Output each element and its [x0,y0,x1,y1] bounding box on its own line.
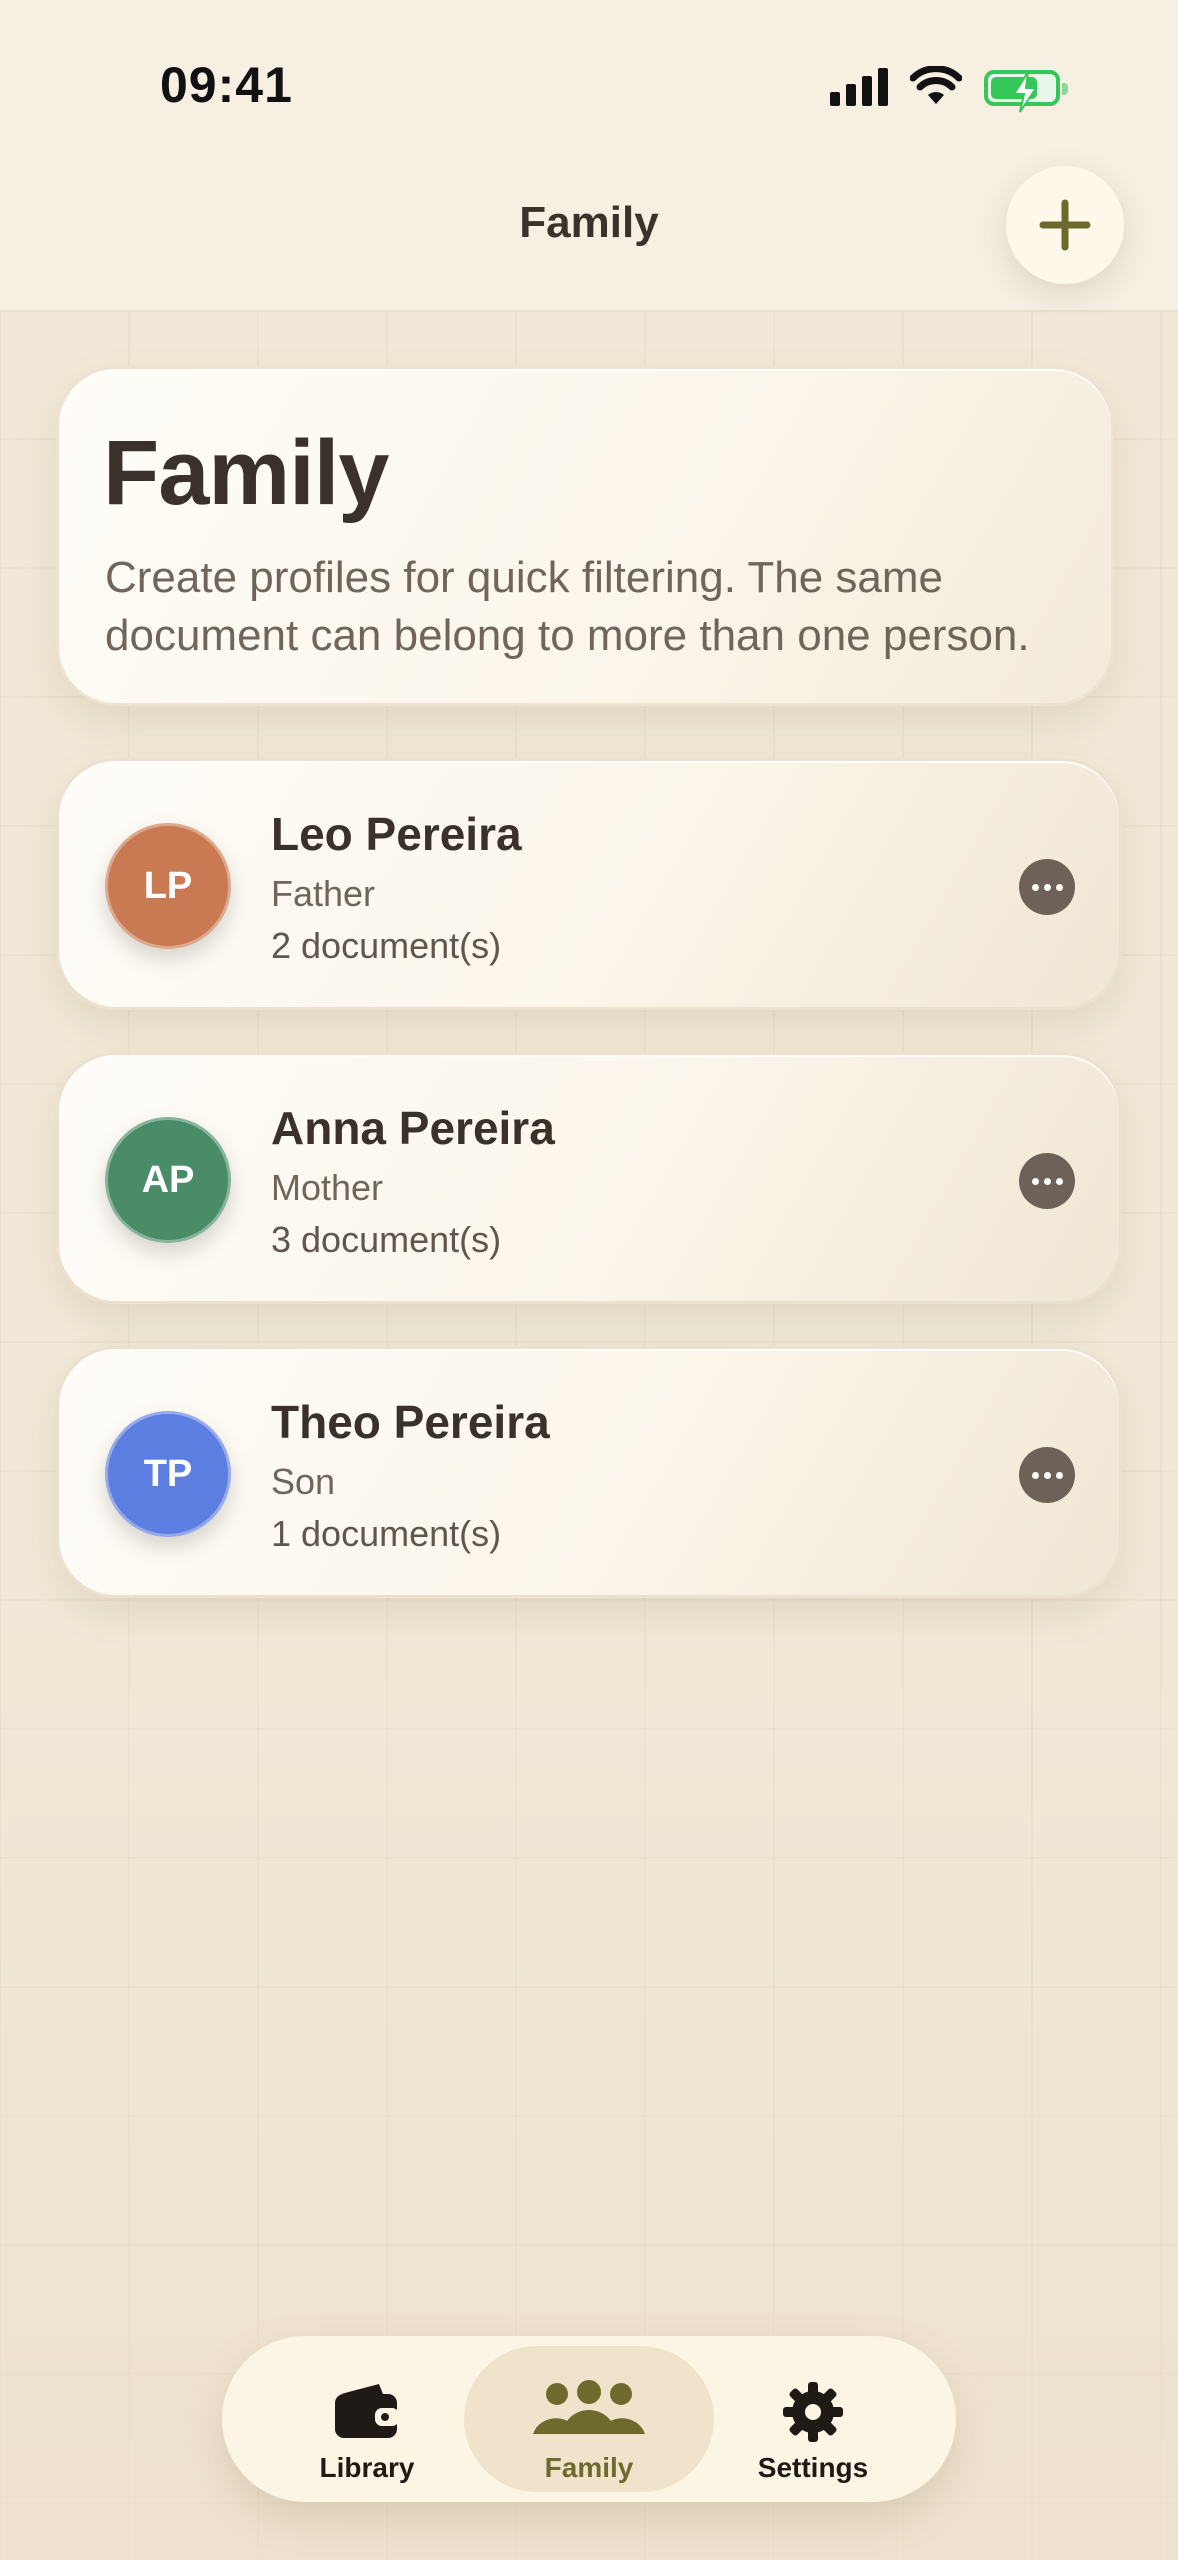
tab-family[interactable]: Family [464,2346,714,2492]
member-role: Son [271,1461,336,1502]
more-options-button[interactable] [1019,859,1075,915]
member-card-leo[interactable]: LP Leo Pereira Father 2 document(s) [56,758,1122,1010]
gear-icon [783,2382,843,2442]
status-icons [830,62,1068,113]
member-document-count: 1 document(s) [271,1513,502,1554]
page-title: Family [103,422,389,524]
more-options-button[interactable] [1019,1447,1075,1503]
member-card-anna[interactable]: AP Anna Pereira Mother 3 document(s) [56,1052,1122,1304]
plus-icon [1039,199,1091,251]
nav-title: Family [519,198,659,247]
tab-label: Library [319,2452,415,2483]
member-document-count: 3 document(s) [271,1219,502,1260]
member-card-theo[interactable]: TP Theo Pereira Son 1 document(s) [56,1346,1122,1598]
add-member-button[interactable] [1006,166,1124,284]
member-name: Anna Pereira [271,1102,555,1154]
status-time: 09:41 [160,57,293,113]
avatar: AP [105,1117,231,1243]
member-role: Mother [271,1167,384,1208]
tab-label: Family [544,2452,634,2483]
intro-card: Family Create profiles for quick filteri… [56,366,1114,706]
tab-label: Settings [757,2452,869,2483]
more-options-button[interactable] [1019,1153,1075,1209]
cellular-signal-icon [830,66,888,106]
people-icon [533,2380,645,2434]
member-name: Theo Pereira [271,1396,550,1448]
avatar: LP [105,823,231,949]
tab-settings[interactable]: Settings [688,2346,938,2492]
member-name: Leo Pereira [271,808,522,860]
member-role: Father [271,873,376,914]
tab-bar: Library Family Settings [222,2336,956,2502]
top-bar: 09:41 Family [0,0,1178,312]
wallet-icon [335,2384,399,2438]
avatar: TP [105,1411,231,1537]
tab-library[interactable]: Library [242,2346,492,2492]
wifi-icon [910,66,962,104]
battery-charging-icon [984,70,1068,113]
member-document-count: 2 document(s) [271,925,502,966]
page-description: Create profiles for quick filtering. The… [105,553,1030,660]
